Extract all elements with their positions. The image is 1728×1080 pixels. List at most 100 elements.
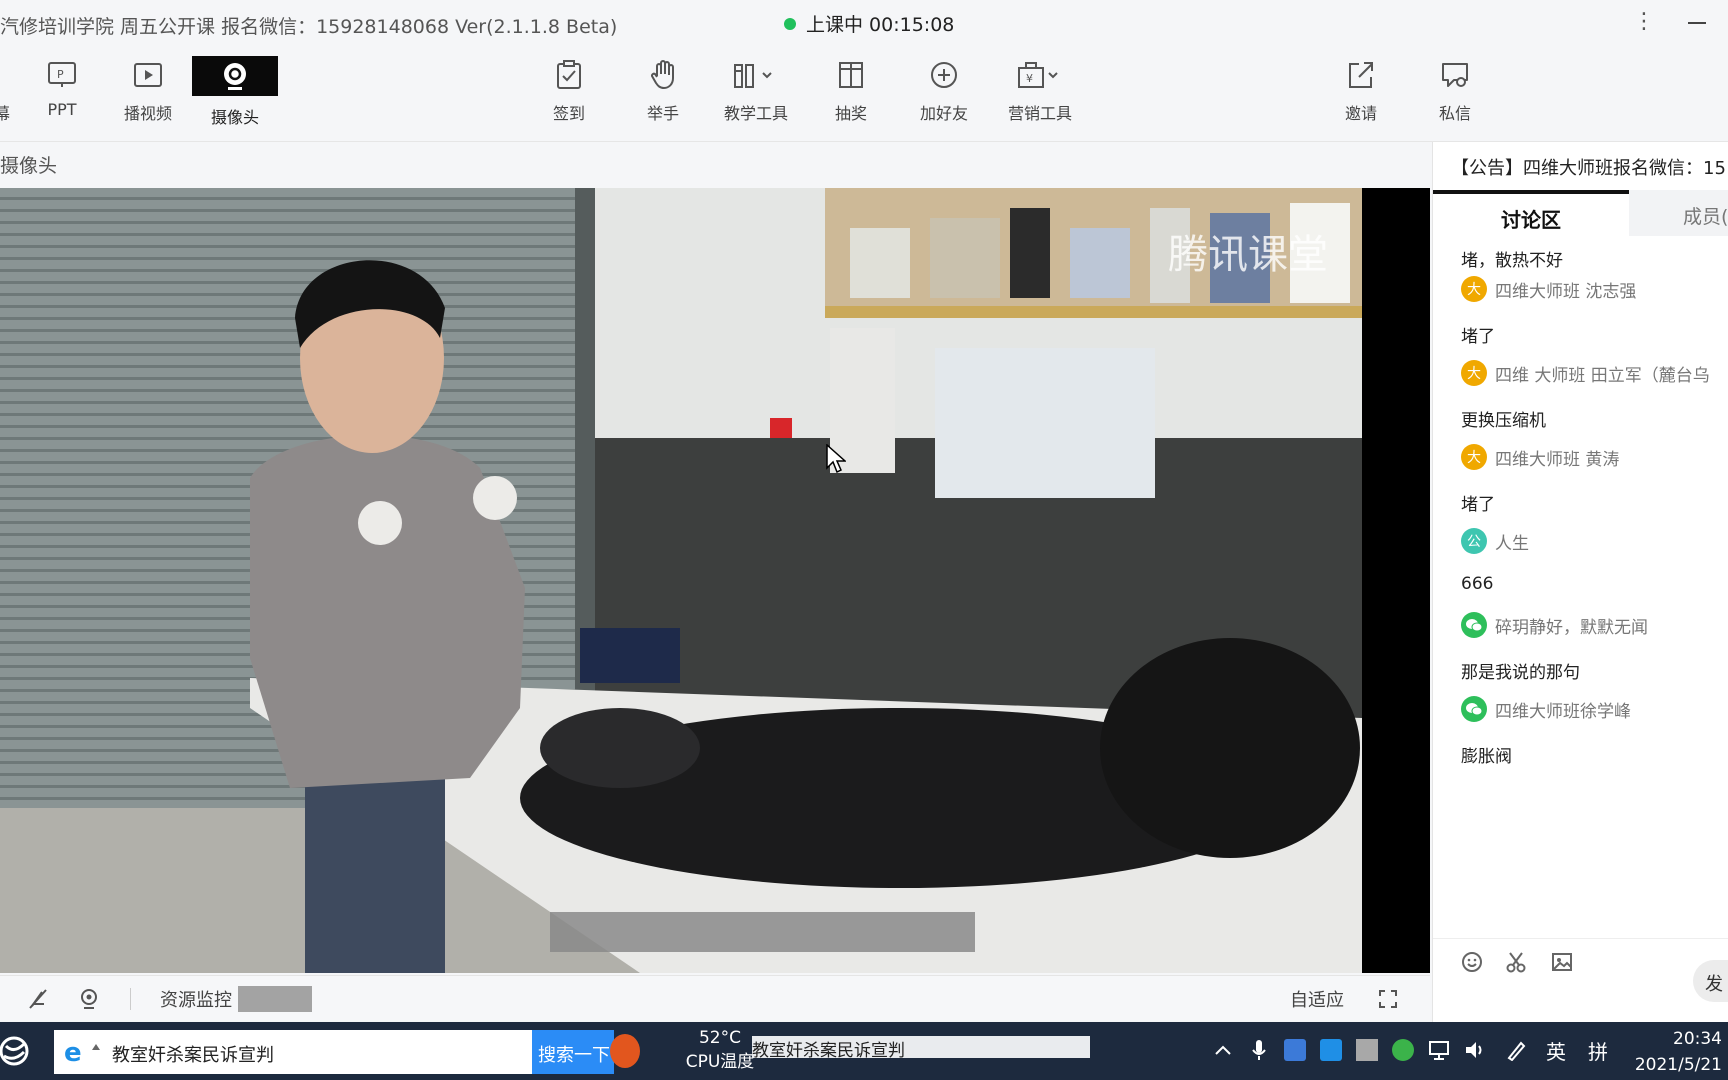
tool-invite[interactable]: 邀请 bbox=[1336, 54, 1386, 132]
start-menu-icon[interactable] bbox=[0, 1034, 34, 1068]
clock-time: 20:34 bbox=[1673, 1029, 1722, 1049]
svg-text:e: e bbox=[64, 1039, 82, 1065]
user-name: 四维大师班徐学峰 bbox=[1495, 701, 1631, 722]
more-options-icon[interactable]: ⋮ bbox=[1632, 8, 1656, 36]
taskbar-search-box[interactable]: e 教室奸杀案民诉宣判 bbox=[54, 1030, 532, 1074]
marketing-bag-icon: ¥ bbox=[1017, 58, 1063, 92]
tray-network-app-icon[interactable] bbox=[1320, 1039, 1342, 1061]
tray-security-icon[interactable] bbox=[1392, 1039, 1414, 1061]
chat-user: 碎玥静好，默默无闻 bbox=[1461, 612, 1648, 638]
mute-mic-icon[interactable] bbox=[28, 986, 48, 1012]
tool-camera[interactable]: 摄像头 bbox=[192, 56, 278, 127]
tool-label: 加好友 bbox=[919, 104, 968, 123]
class-timer: 上课中 00:15:08 bbox=[806, 14, 955, 36]
svg-text:¥: ¥ bbox=[1026, 72, 1033, 85]
microphone-icon[interactable] bbox=[1248, 1039, 1270, 1061]
user-name: 碎玥静好，默默无闻 bbox=[1495, 617, 1648, 638]
tool-ppt[interactable]: P PPT bbox=[34, 54, 90, 132]
video-frame-illustration bbox=[0, 188, 1362, 973]
user-name: 四维大师班 沈志强 bbox=[1495, 281, 1637, 302]
tool-lottery[interactable]: 抽奖 bbox=[826, 54, 876, 132]
divider bbox=[130, 988, 131, 1010]
tool-label: 私信 bbox=[1438, 104, 1471, 123]
tool-raise-hand[interactable]: 举手 bbox=[638, 54, 688, 132]
system-clock[interactable]: 20:34 2021/5/21 bbox=[1620, 1026, 1728, 1078]
taskbar-search-button[interactable]: 搜索一下 bbox=[532, 1030, 614, 1074]
camera-video-feed[interactable]: 腾讯课堂 bbox=[0, 188, 1430, 973]
hand-icon bbox=[647, 58, 679, 92]
fit-mode-text: 自适应 bbox=[1290, 990, 1344, 1011]
tool-checkin[interactable]: 签到 bbox=[544, 54, 594, 132]
tool-marketing[interactable]: ¥ 营销工具 bbox=[1002, 54, 1078, 132]
chat-message-list[interactable]: 堵，散热不好 大 四维大师班 沈志强 堵了 大 四维 大师班 田立军（麓台乌 更… bbox=[1433, 236, 1728, 938]
tool-play-video[interactable]: 播视频 bbox=[116, 54, 180, 132]
chat-message: 堵了 bbox=[1461, 327, 1495, 347]
screenshot-scissors-icon[interactable] bbox=[1505, 951, 1529, 975]
tool-add-friend[interactable]: 加好友 bbox=[914, 54, 974, 132]
tool-label: 摄像头 bbox=[210, 108, 259, 127]
fullscreen-icon[interactable] bbox=[1378, 986, 1398, 1012]
input-method-pinyin[interactable]: 拼 bbox=[1588, 1036, 1608, 1065]
minimize-button[interactable] bbox=[1686, 8, 1710, 36]
windows-taskbar: e 教室奸杀案民诉宣判 搜索一下 52°C CPU温度 教室奸杀案民诉宣判 英 … bbox=[0, 1022, 1728, 1080]
gift-icon bbox=[835, 58, 867, 92]
send-button-label: 发 bbox=[1705, 974, 1723, 995]
emoji-icon[interactable] bbox=[1461, 951, 1485, 975]
tool-label: 幕 bbox=[0, 104, 10, 123]
temperature-label: CPU温度 bbox=[685, 1052, 755, 1072]
send-button[interactable]: 发 bbox=[1693, 960, 1728, 1002]
user-badge-avatar: 大 bbox=[1461, 360, 1487, 386]
chat-user: 四维大师班徐学峰 bbox=[1461, 696, 1631, 722]
chat-input-toolbar bbox=[1433, 938, 1728, 982]
input-language-english[interactable]: 英 bbox=[1546, 1036, 1566, 1065]
taskbar-search-button-label: 搜索一下 bbox=[538, 1045, 610, 1066]
chat-message: 堵了 bbox=[1461, 495, 1495, 515]
tool-label: 营销工具 bbox=[1007, 104, 1072, 123]
chat-user: 大 四维 大师班 田立军（麓台乌 bbox=[1461, 360, 1710, 386]
live-status-dot bbox=[784, 17, 796, 30]
user-name: 四维大师班 黄涛 bbox=[1495, 449, 1620, 470]
resource-monitor-text: 资源监控 bbox=[160, 990, 232, 1011]
tray-expand-icon[interactable] bbox=[1212, 1039, 1234, 1061]
tool-label: 抽奖 bbox=[834, 104, 867, 123]
announcement-banner[interactable]: 【公告】四维大师班报名微信：15 bbox=[1451, 154, 1726, 180]
chat-user: 公 人生 bbox=[1461, 528, 1529, 554]
play-video-icon bbox=[132, 58, 164, 92]
user-badge-avatar: 大 bbox=[1461, 444, 1487, 470]
mouse-cursor-icon bbox=[826, 444, 846, 474]
blurred-caption bbox=[550, 912, 975, 952]
title-bar: 汽修培训学院 周五公开课 报名微信：15928148068 Ver(2.1.1.… bbox=[0, 0, 1728, 48]
taskbar-search-text: 教室奸杀案民诉宣判 bbox=[112, 1045, 274, 1066]
tool-label: 举手 bbox=[646, 104, 679, 123]
fit-mode-button[interactable]: 自适应 bbox=[1290, 986, 1344, 1012]
resource-monitor-label: 资源监控 bbox=[160, 986, 232, 1012]
chat-message: 堵，散热不好 bbox=[1461, 251, 1563, 271]
temperature-value: 52°C bbox=[698, 1028, 741, 1048]
resource-monitor-bar bbox=[238, 986, 312, 1012]
tab-members[interactable]: 成员( bbox=[1683, 202, 1728, 229]
share-out-icon bbox=[1345, 58, 1377, 92]
tool-screen-share[interactable]: 幕 bbox=[0, 54, 22, 132]
pen-input-icon[interactable] bbox=[1506, 1039, 1528, 1061]
chat-message: 666 bbox=[1461, 574, 1494, 594]
volume-icon[interactable] bbox=[1464, 1039, 1486, 1061]
tool-label: PPT bbox=[47, 100, 77, 119]
panel-title: 摄像头 bbox=[0, 155, 58, 177]
tool-teaching-tools[interactable]: 教学工具 bbox=[718, 54, 794, 132]
wechat-avatar-icon bbox=[1461, 612, 1487, 638]
chat-user: 大 四维大师班 黄涛 bbox=[1461, 444, 1619, 470]
tool-private-message[interactable]: 私信 bbox=[1430, 54, 1480, 132]
user-badge-avatar: 大 bbox=[1461, 276, 1487, 302]
app-fox-icon[interactable] bbox=[610, 1034, 640, 1068]
location-icon[interactable] bbox=[78, 986, 100, 1012]
image-icon[interactable] bbox=[1551, 951, 1575, 975]
tray-square-icon[interactable] bbox=[1356, 1039, 1378, 1061]
class-status: 上课中 00:15:08 bbox=[784, 10, 954, 37]
video-watermark: 腾讯课堂 bbox=[1168, 232, 1328, 278]
news-ticker[interactable]: 教室奸杀案民诉宣判 bbox=[752, 1036, 1090, 1061]
network-icon[interactable] bbox=[1428, 1039, 1450, 1061]
window-title: 汽修培训学院 周五公开课 报名微信：15928148068 Ver(2.1.1.… bbox=[0, 16, 618, 38]
video-control-bar: 资源监控 自适应 bbox=[0, 975, 1430, 1021]
tray-app-icon[interactable] bbox=[1284, 1039, 1306, 1061]
tab-discussion[interactable]: 讨论区 bbox=[1433, 190, 1629, 236]
